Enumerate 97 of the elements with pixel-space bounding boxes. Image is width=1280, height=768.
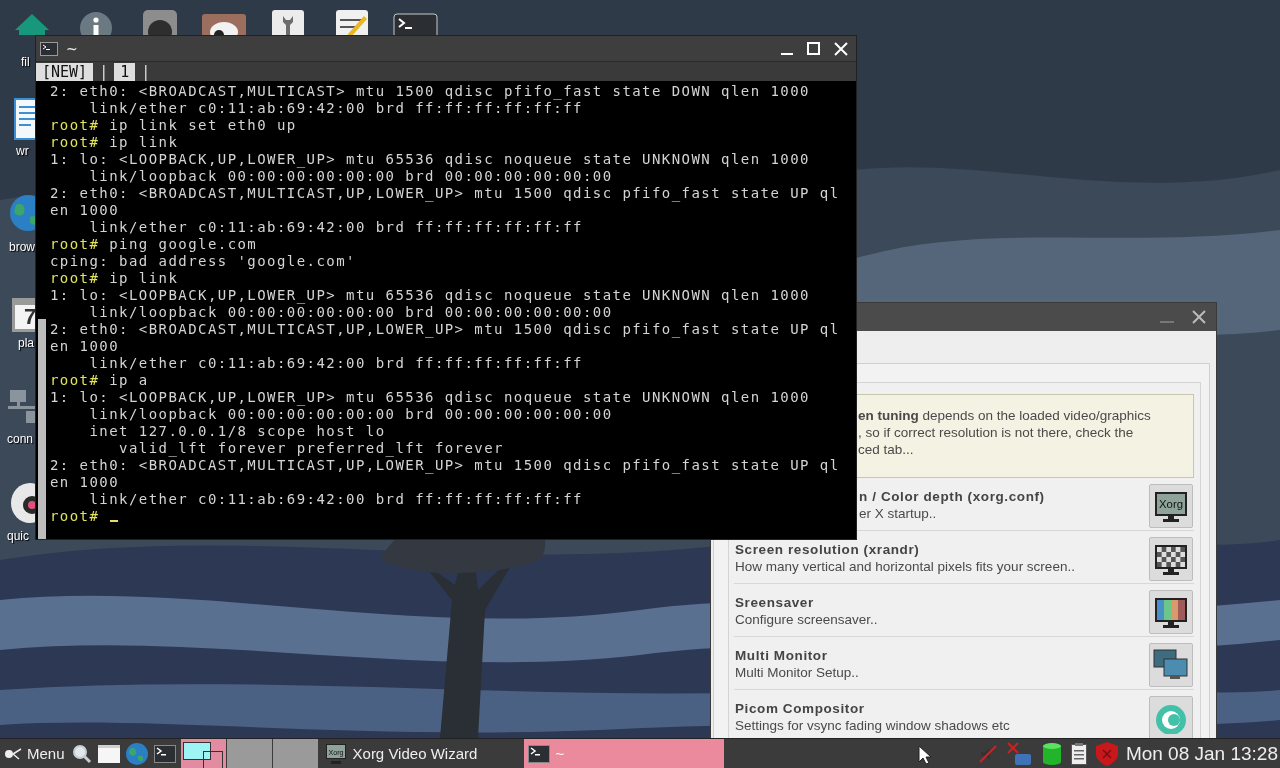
command-text: ping google.com (109, 236, 258, 252)
item-button[interactable] (1149, 536, 1193, 581)
info-icon (80, 12, 112, 35)
terminal-icon (153, 744, 176, 763)
globe-icon (10, 195, 35, 231)
item-description: How many vertical and horizontal pixels fits your screen.. (735, 558, 1076, 575)
item-description: er X startup.. (859, 505, 938, 522)
output-line: link/loopback 00:00:00:00:00:00 brd 00:00:00:00:00:00 (88, 168, 613, 184)
terminal-tab[interactable]: [NEW] (36, 62, 94, 81)
tab-separator: | (140, 62, 152, 81)
item-button[interactable]: Xorg (1149, 483, 1193, 528)
window-icon (97, 744, 120, 763)
terminal-tab[interactable]: 1 (114, 62, 136, 81)
output-line: 2: eth0: <BROADCAST,MULTICAST,UP,LOWER_UP> mtu 1500 qdisc pfifo_fast state UP ql (50, 321, 840, 337)
output-line: link/ether c0:11:ab:69:42:00 brd ff:ff:ff:ff:ff:ff (88, 219, 583, 235)
maximize-icon (807, 42, 820, 55)
prompt: root# (50, 270, 100, 286)
icon-label[interactable]: brow (9, 240, 35, 254)
tab-separator: | (98, 62, 110, 81)
icon-label[interactable]: conn (7, 432, 34, 446)
output-line: 2: eth0: <BROADCAST,MULTICAST,UP,LOWER_UP> mtu 1500 qdisc pfifo_fast state UP ql (50, 457, 840, 473)
close-button[interactable] (1192, 310, 1206, 324)
output-line: cping: bad address 'google.com' (50, 253, 356, 269)
icon-label[interactable]: fil (21, 55, 30, 69)
output-line: en 1000 (50, 474, 120, 490)
output-line: 1: lo: <LOOPBACK,UP,LOWER_UP> mtu 65536 qdisc noqueue state UNKNOWN qlen 1000 (50, 151, 810, 167)
globe-icon (125, 742, 148, 765)
clipboard-icon (1070, 742, 1087, 765)
scrollbar-thumb[interactable] (38, 319, 46, 539)
command-text: ip link set eth0 up (109, 117, 297, 133)
output-line: 2: eth0: <BROADCAST,MULTICAST,UP,LOWER_UP> mtu 1500 qdisc pfifo_fast state UP ql (50, 185, 840, 201)
output-line: valid_lft forever preferred_lft forever (118, 440, 504, 456)
item-button[interactable] (1149, 589, 1193, 634)
output-line: 2: eth0: <BROADCAST,MULTICAST> mtu 1500 qdisc pfifo_fast state DOWN qlen 1000 (50, 83, 810, 99)
icon-label[interactable]: wr (16, 144, 29, 158)
notepad-icon (336, 10, 368, 35)
menu-button[interactable]: Menu (0, 739, 69, 768)
item-title[interactable]: Sreensaver (735, 594, 1149, 611)
item-button[interactable] (1149, 642, 1193, 687)
terminal-icon (527, 744, 550, 763)
prompt: root# (50, 372, 100, 388)
item-description: Settings for vsync fading window shadows etc (735, 717, 1011, 734)
prompt: root# (50, 134, 100, 150)
prompt: root# (50, 117, 100, 133)
search-icon (71, 743, 92, 764)
mouse-pointer-icon (918, 745, 932, 765)
document-icon (14, 98, 35, 140)
tray-button[interactable] (1070, 742, 1087, 765)
window-title: ~ (66, 40, 79, 57)
prompt: root# (50, 236, 100, 252)
muted-speaker-icon (977, 743, 998, 764)
clock[interactable]: Mon 08 Jan 13:28 (1125, 739, 1280, 768)
output-line: link/loopback 00:00:00:00:00:00 brd 00:00:00:00:00:00 (88, 304, 613, 320)
menu-icon (3, 745, 23, 762)
notice-text: ced tab... (858, 441, 915, 458)
item-title[interactable]: Multi Monitor (735, 647, 1149, 664)
terminal-icon (393, 13, 438, 35)
item-title[interactable]: n / Color depth (xorg.conf) (859, 488, 1149, 505)
output-line: link/ether c0:11:ab:69:42:00 brd ff:ff:ff:ff:ff:ff (88, 355, 583, 371)
notice-text: , so if correct resolution is not there, check the (858, 424, 1135, 441)
output-line: 1: lo: <LOOPBACK,UP,LOWER_UP> mtu 65536 qdisc noqueue state UNKNOWN qlen 1000 (50, 287, 810, 303)
wrench-icon (272, 10, 304, 35)
cylinder-icon (1041, 741, 1062, 766)
network-icon (8, 390, 35, 425)
close-icon (1192, 310, 1206, 324)
close-icon (834, 41, 848, 56)
notice-text: en tuning depends on the loaded video/graphics (858, 407, 1152, 424)
workspace-button[interactable] (180, 739, 226, 768)
output-line: en 1000 (50, 338, 120, 354)
command-text: ip link (109, 134, 179, 150)
output-line: link/loopback 00:00:00:00:00:00 brd 00:00:00:00:00:00 (88, 406, 613, 422)
output-line: 1: lo: <LOOPBACK,UP,LOWER_UP> mtu 65536 qdisc noqueue state UNKNOWN qlen 1000 (50, 389, 810, 405)
task-button[interactable]: Xorg Xorg Video Wizard (320, 739, 521, 768)
command-text: ip link (109, 270, 179, 286)
output-line: inet 127.0.0.1/8 scope host lo (88, 423, 386, 439)
minimize-icon (1160, 321, 1174, 323)
icon-label[interactable]: pla (18, 336, 34, 350)
output-line: en 1000 (50, 202, 120, 218)
item-description: Configure screensaver.. (735, 611, 879, 628)
maximize-button[interactable] (807, 42, 820, 55)
monitors-icon (1153, 648, 1189, 681)
shield-icon (1095, 741, 1118, 766)
item-title[interactable]: Screen resolution (xrandr) (735, 541, 1149, 558)
calendar-icon: 7 (12, 298, 35, 332)
network-off-icon (1006, 741, 1033, 766)
monitor-icon (1153, 595, 1189, 628)
command-text: ip a (109, 372, 149, 388)
item-title[interactable]: Picom Compositor (735, 700, 1149, 717)
item-description: Multi Monitor Setup.. (735, 664, 860, 681)
prompt: root# (50, 508, 100, 524)
tray-button[interactable] (1041, 741, 1062, 766)
terminal-icon (40, 41, 58, 56)
output-line: link/ether c0:11:ab:69:42:00 brd ff:ff:ff:ff:ff:ff (88, 100, 583, 116)
output-line: link/ether c0:11:ab:69:42:00 brd ff:ff:ff:ff:ff:ff (88, 491, 583, 507)
icon-label[interactable]: quic (7, 529, 29, 543)
minimize-icon (781, 52, 793, 55)
monitor-icon (1153, 542, 1189, 575)
